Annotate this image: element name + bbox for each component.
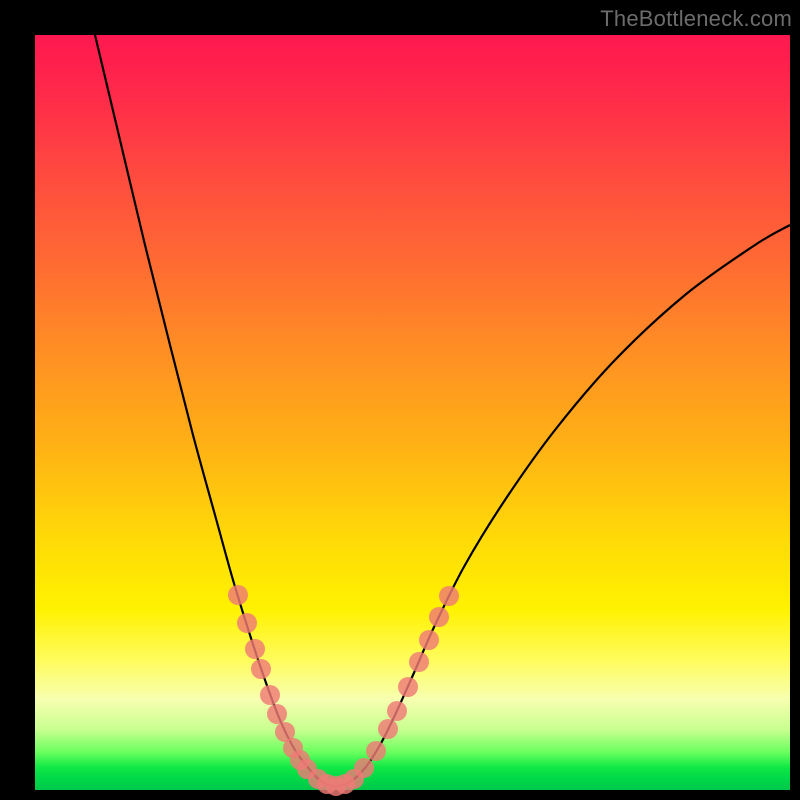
data-dot [398, 677, 418, 697]
data-dot [409, 652, 429, 672]
plot-area [35, 35, 790, 790]
data-dot [354, 758, 374, 778]
data-dot [267, 704, 287, 724]
data-dot [429, 607, 449, 627]
data-dot [366, 741, 386, 761]
data-dot [260, 685, 280, 705]
data-dots [228, 585, 459, 796]
outer-frame: TheBottleneck.com [0, 0, 800, 800]
data-dot [439, 586, 459, 606]
data-dot [419, 630, 439, 650]
data-dot [245, 639, 265, 659]
data-dot [387, 701, 407, 721]
data-dot [251, 659, 271, 679]
data-dot [228, 585, 248, 605]
data-dot [378, 719, 398, 739]
curve-right [335, 225, 790, 787]
watermark-text: TheBottleneck.com [600, 6, 792, 32]
data-dot [237, 613, 257, 633]
curve-left [95, 35, 335, 787]
chart-svg [35, 35, 790, 790]
